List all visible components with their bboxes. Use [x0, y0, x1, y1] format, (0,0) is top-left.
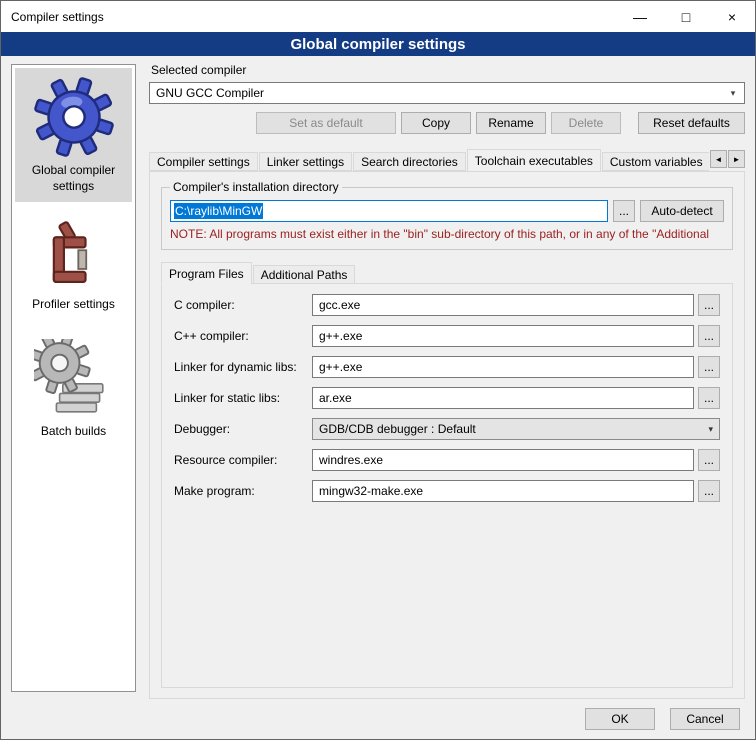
tab-scroll-right-icon[interactable]: ► — [728, 150, 745, 168]
selected-compiler-label: Selected compiler — [151, 63, 745, 77]
tab-scroll-buttons: ◄ ► — [710, 150, 745, 168]
tab-program-files[interactable]: Program Files — [161, 262, 252, 285]
browse-button[interactable]: ... — [698, 294, 720, 316]
browse-button[interactable]: ... — [698, 325, 720, 347]
field-row-static-linker: Linker for static libs: ar.exe ... — [174, 387, 720, 409]
profiler-icon — [38, 220, 110, 292]
sidebar-item-label: Batch builds — [41, 424, 106, 440]
field-row-cpp-compiler: C++ compiler: g++.exe ... — [174, 325, 720, 347]
bin-subdirectory-note: NOTE: All programs must exist either in … — [170, 227, 724, 241]
c-compiler-label: C compiler: — [174, 298, 312, 312]
cancel-button[interactable]: Cancel — [670, 708, 740, 730]
sidebar-item-label: Global compiler settings — [17, 163, 130, 194]
copy-button[interactable]: Copy — [401, 112, 471, 134]
dialog-footer: OK Cancel — [585, 708, 740, 730]
titlebar: Compiler settings — □ × — [1, 1, 755, 32]
rename-button[interactable]: Rename — [476, 112, 546, 134]
sidebar-item-profiler-settings[interactable]: Profiler settings — [15, 212, 132, 321]
settings-sidebar: Global compiler settings Profiler settin… — [11, 64, 136, 692]
make-program-input[interactable]: mingw32-make.exe — [312, 480, 694, 502]
field-row-resource-compiler: Resource compiler: windres.exe ... — [174, 449, 720, 471]
field-row-debugger: Debugger: GDB/CDB debugger : Default ▾ — [174, 418, 720, 440]
delete-button[interactable]: Delete — [551, 112, 621, 134]
toolchain-executables-panel: Compiler's installation directory C:\ray… — [149, 171, 745, 699]
field-row-c-compiler: C compiler: gcc.exe ... — [174, 294, 720, 316]
installation-directory-group: Compiler's installation directory C:\ray… — [161, 180, 733, 250]
field-row-make-program: Make program: mingw32-make.exe ... — [174, 480, 720, 502]
set-as-default-button[interactable]: Set as default — [256, 112, 396, 134]
program-files-panel: C compiler: gcc.exe ... C++ compiler: g+… — [161, 283, 733, 688]
browse-button[interactable]: ... — [698, 387, 720, 409]
debugger-label: Debugger: — [174, 422, 312, 436]
dynamic-linker-label: Linker for dynamic libs: — [174, 360, 312, 374]
chevron-down-icon: ▾ — [708, 424, 713, 435]
main-tab-bar: Compiler settings Linker settings Search… — [149, 148, 745, 171]
ok-button[interactable]: OK — [585, 708, 655, 730]
installation-directory-legend: Compiler's installation directory — [170, 180, 342, 194]
tab-compiler-settings[interactable]: Compiler settings — [149, 152, 258, 171]
browse-button[interactable]: ... — [698, 449, 720, 471]
field-row-dynamic-linker: Linker for dynamic libs: g++.exe ... — [174, 356, 720, 378]
dialog-header: Global compiler settings — [1, 32, 755, 56]
auto-detect-button[interactable]: Auto-detect — [640, 200, 724, 222]
sidebar-item-batch-builds[interactable]: Batch builds — [15, 331, 132, 448]
debugger-select[interactable]: GDB/CDB debugger : Default ▾ — [312, 418, 720, 440]
window-title: Compiler settings — [11, 10, 104, 24]
batch-builds-icon — [34, 339, 114, 419]
minimize-button[interactable]: — — [617, 1, 663, 32]
tab-search-directories[interactable]: Search directories — [353, 152, 466, 171]
installation-directory-input[interactable]: C:\raylib\MinGW — [170, 200, 608, 222]
c-compiler-input[interactable]: gcc.exe — [312, 294, 694, 316]
tab-toolchain-executables[interactable]: Toolchain executables — [467, 149, 601, 171]
compiler-buttons: Set as default Copy Rename Delete Reset … — [149, 112, 745, 134]
compiler-gear-icon — [33, 76, 115, 158]
resource-compiler-label: Resource compiler: — [174, 453, 312, 467]
dynamic-linker-input[interactable]: g++.exe — [312, 356, 694, 378]
installation-directory-value: C:\raylib\MinGW — [174, 203, 263, 219]
browse-button[interactable]: ... — [698, 480, 720, 502]
tab-strip: Compiler settings Linker settings Search… — [149, 149, 709, 171]
tab-linker-settings[interactable]: Linker settings — [259, 152, 352, 171]
window-controls: — □ × — [617, 1, 755, 32]
compiler-select-value: GNU GCC Compiler — [156, 86, 264, 100]
cpp-compiler-label: C++ compiler: — [174, 329, 312, 343]
browse-button[interactable]: ... — [698, 356, 720, 378]
sidebar-item-global-compiler-settings[interactable]: Global compiler settings — [15, 68, 132, 202]
reset-defaults-button[interactable]: Reset defaults — [638, 112, 745, 134]
make-program-label: Make program: — [174, 484, 312, 498]
debugger-select-value: GDB/CDB debugger : Default — [319, 422, 476, 436]
tab-scroll-left-icon[interactable]: ◄ — [710, 150, 727, 168]
sub-tab-bar: Program Files Additional Paths — [161, 261, 733, 284]
static-linker-label: Linker for static libs: — [174, 391, 312, 405]
resource-compiler-input[interactable]: windres.exe — [312, 449, 694, 471]
tab-additional-paths[interactable]: Additional Paths — [253, 265, 356, 284]
compiler-select[interactable]: GNU GCC Compiler ▾ — [149, 82, 745, 104]
tab-custom-variables[interactable]: Custom variables — [602, 152, 709, 171]
cpp-compiler-input[interactable]: g++.exe — [312, 325, 694, 347]
installation-directory-row: C:\raylib\MinGW ... Auto-detect — [170, 200, 724, 222]
chevron-down-icon: ▾ — [726, 88, 740, 99]
static-linker-input[interactable]: ar.exe — [312, 387, 694, 409]
compiler-settings-window: Compiler settings — □ × Global compiler … — [0, 0, 756, 740]
browse-directory-button[interactable]: ... — [613, 200, 635, 222]
main-area: Selected compiler GNU GCC Compiler ▾ Set… — [149, 63, 745, 699]
maximize-button[interactable]: □ — [663, 1, 709, 32]
sidebar-item-label: Profiler settings — [32, 297, 115, 313]
close-button[interactable]: × — [709, 1, 755, 32]
